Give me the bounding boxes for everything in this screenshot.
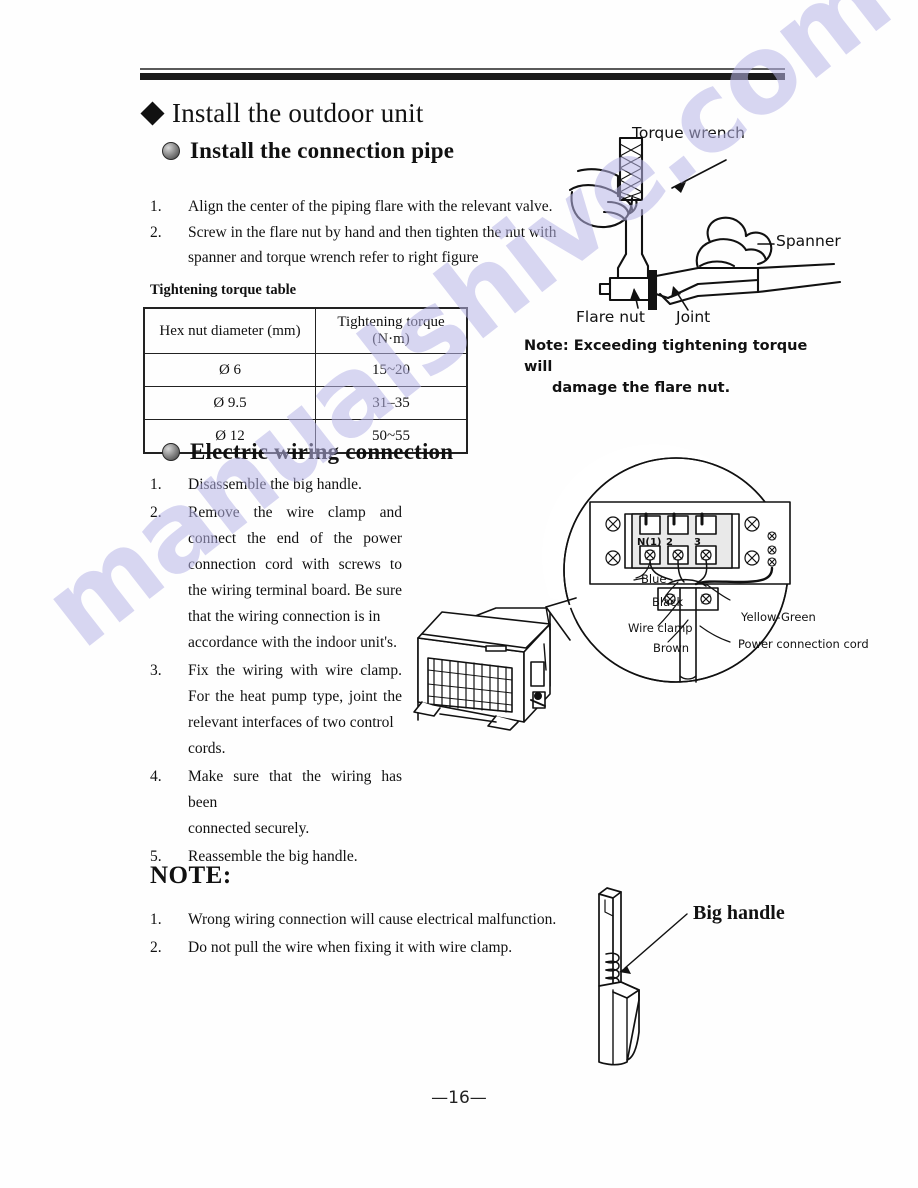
flare-nut-note-line1: Note: Exceeding tightening torque will — [524, 338, 808, 375]
list-text: Screw in the flare nut by hand and then … — [188, 223, 557, 241]
list-item: 4. Make sure that the wiring has been co… — [150, 764, 402, 842]
figure-big-handle: Big handle — [575, 872, 895, 1072]
list-text: Do not pull the wire when fixing it with… — [188, 939, 513, 956]
list-number: 4. — [150, 768, 162, 785]
list-text: Remove the wire clamp and connect the en… — [188, 504, 402, 625]
connection-pipe-steps: 1. Align the center of the piping flare … — [150, 194, 560, 271]
torque-wrench-drawing — [568, 136, 842, 311]
torque-table-caption: Tightening torque table — [150, 282, 297, 298]
label-terminal-n1: N(1) — [637, 537, 662, 548]
label-brown-wire: Brown — [653, 641, 690, 655]
table-cell: 15~20 — [315, 353, 468, 387]
table-row: Ø 9.5 31–35 — [143, 386, 468, 420]
table-row: Ø 6 15~20 — [143, 353, 468, 387]
label-wire-clamp: Wire clamp — [628, 621, 693, 635]
header-rule-thin — [140, 68, 785, 70]
label-yellow-green-wire: Yellow-Green — [741, 610, 816, 624]
list-item: 2. Screw in the flare nut by hand and th… — [150, 220, 560, 271]
page-number: —16— — [431, 1088, 487, 1108]
label-spanner: Spanner — [776, 232, 841, 250]
outdoor-unit-illustration — [413, 607, 551, 731]
section-heading-label: Install the outdoor unit — [172, 98, 424, 128]
list-item: 1. Wrong wiring connection will cause el… — [150, 906, 570, 934]
header-rule-thick — [140, 73, 785, 80]
flare-nut-note-line2: damage the flare nut. — [552, 380, 731, 396]
section-heading: Install the outdoor unit — [140, 98, 424, 129]
sphere-bullet-icon — [162, 443, 180, 461]
flare-nut-note: Note: Exceeding tightening torque will d… — [524, 336, 824, 399]
list-text: Fix the wiring with wire clamp. For the … — [188, 662, 402, 731]
list-number: 1. — [150, 911, 162, 928]
list-item: 1. Align the center of the piping flare … — [150, 194, 560, 220]
list-number: 3. — [150, 662, 162, 679]
list-item: 2. Remove the wire clamp and connect the… — [150, 500, 402, 656]
label-black-wire: Black — [652, 595, 684, 609]
list-item: 2. Do not pull the wire when fixing it w… — [150, 934, 570, 962]
list-number: 1. — [150, 198, 162, 215]
label-flare-nut: Flare nut — [576, 308, 645, 326]
list-text-tail: connected securely. — [188, 820, 310, 837]
label-power-connection-cord: Power connection cord — [738, 637, 869, 651]
manual-page: manualshive.com Install the outdoor unit… — [0, 0, 918, 1188]
list-number: 2. — [150, 223, 162, 241]
list-item: 1. Disassemble the big handle. — [150, 472, 402, 498]
table-header-cell: Hex nut diameter (mm) — [143, 307, 316, 354]
list-text: Make sure that the wiring has been — [188, 768, 402, 811]
table-header-cell: Tightening torque (N·m) — [315, 307, 468, 354]
label-big-handle: Big handle — [693, 902, 785, 924]
note-title: NOTE: — [150, 862, 232, 889]
label-terminal-3: 3 — [694, 537, 701, 548]
table-cell: Ø 6 — [143, 353, 316, 387]
subsection-heading-label: Install the connection pipe — [190, 138, 455, 163]
label-torque-wrench: Torque wrench — [632, 124, 745, 142]
electric-wiring-steps: 1. Disassemble the big handle. 2. Remove… — [150, 472, 402, 872]
list-number: 2. — [150, 939, 162, 956]
table-cell: Ø 9.5 — [143, 386, 316, 420]
label-terminal-2: 2 — [666, 537, 673, 548]
list-item: 3. Fix the wiring with wire clamp. For t… — [150, 658, 402, 762]
label-blue-wire: Blue — [641, 572, 667, 586]
list-text: Wrong wiring connection will cause elect… — [188, 911, 557, 928]
list-text-continued: spanner and torque wrench refer to right… — [188, 249, 479, 266]
label-joint: Joint — [676, 308, 711, 326]
table-header-row: Hex nut diameter (mm) Tightening torque … — [143, 307, 468, 354]
subsection-heading-connection-pipe: Install the connection pipe — [162, 138, 454, 164]
list-text-tail: accordance with the indoor unit's. — [188, 634, 397, 651]
list-text: Disassemble the big handle. — [188, 476, 362, 493]
table-cell: 31–35 — [315, 386, 468, 420]
note-list: 1. Wrong wiring connection will cause el… — [150, 906, 570, 962]
figure-torque-wrench: Torque wrench Spanner Flare nut Joint — [548, 118, 908, 328]
list-number: 2. — [150, 504, 162, 521]
list-number: 1. — [150, 476, 162, 493]
list-text-tail: cords. — [188, 740, 226, 757]
diamond-bullet-icon — [140, 101, 165, 126]
figure-terminal-callout: N(1) — [400, 430, 900, 731]
sphere-bullet-icon — [162, 142, 180, 160]
list-text: Align the center of the piping flare wit… — [188, 198, 553, 215]
